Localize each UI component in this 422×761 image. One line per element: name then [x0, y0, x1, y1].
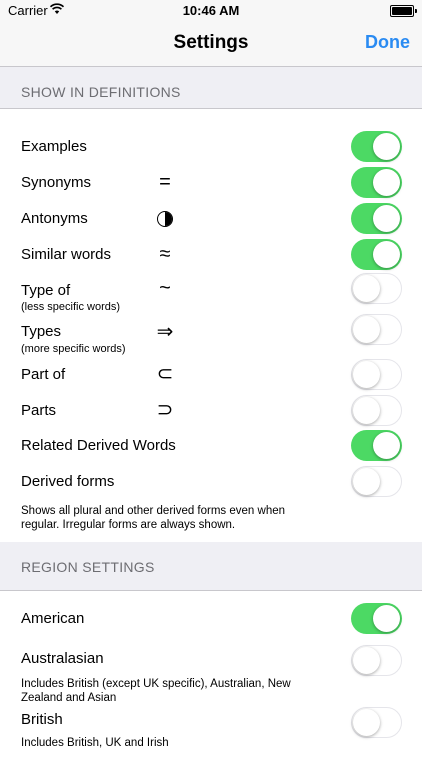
status-bar: Carrier 10:46 AM: [0, 0, 422, 22]
derived-forms-note: Shows all plural and other derived forms…: [21, 505, 286, 531]
row-label: Similar words: [21, 246, 112, 263]
row-parts: Parts ⊃: [0, 393, 422, 426]
related-derived-words-toggle[interactable]: [351, 430, 402, 461]
row-sublabel: (more specific words): [21, 343, 126, 355]
antonyms-toggle[interactable]: [351, 203, 402, 234]
row-derived-forms: Derived forms Shows all plural and other…: [0, 464, 422, 540]
row-label: Derived forms: [21, 473, 115, 490]
row-similar-words: Similar words ≈: [0, 237, 422, 270]
row-australasian: Australasian Includes British (except UK…: [0, 645, 422, 705]
clock: 10:46 AM: [182, 3, 240, 18]
section-header-label: SHOW IN DEFINITIONS: [21, 84, 181, 100]
row-label: Related Derived Words: [21, 437, 176, 454]
approx-equal-icon: ≈: [159, 243, 171, 265]
row-synonyms: Synonyms =: [0, 165, 422, 198]
tilde-icon: ~: [159, 277, 171, 299]
examples-toggle[interactable]: [351, 131, 402, 162]
row-british: British Includes British, UK and Irish: [0, 707, 422, 749]
battery-icon: [390, 5, 417, 17]
row-label: Antonyms: [21, 210, 88, 227]
superset-icon: ⊃: [156, 399, 174, 421]
half-circle-icon: [157, 210, 173, 227]
derived-forms-toggle[interactable]: [351, 466, 402, 497]
similar-words-toggle[interactable]: [351, 239, 402, 270]
page-title: Settings: [173, 32, 249, 53]
row-label: Part of: [21, 366, 66, 383]
section-header-region: REGION SETTINGS: [0, 542, 422, 583]
row-type-of: Type of (less specific words) ~: [0, 273, 422, 313]
row-sublabel: (less specific words): [21, 301, 121, 313]
british-toggle[interactable]: [351, 707, 402, 738]
row-part-of: Part of ⊂: [0, 357, 422, 390]
row-american: American: [0, 603, 422, 637]
row-label: Examples: [21, 138, 87, 155]
equals-icon: =: [159, 171, 171, 193]
types-toggle[interactable]: [351, 314, 402, 345]
row-antonyms: Antonyms: [0, 201, 422, 234]
double-arrow-icon: ⇒: [156, 321, 174, 343]
row-label: Types: [21, 323, 62, 340]
row-label: Synonyms: [21, 174, 92, 191]
row-types: Types (more specific words) ⇒: [0, 314, 422, 356]
australasian-toggle[interactable]: [351, 645, 402, 676]
part-of-toggle[interactable]: [351, 359, 402, 390]
subset-icon: ⊂: [156, 363, 174, 385]
definitions-group: Examples Synonyms = Antonyms Similar wor…: [0, 108, 422, 543]
row-examples: Examples: [0, 129, 422, 162]
done-button[interactable]: Done: [365, 32, 410, 53]
row-label: Parts: [21, 402, 57, 419]
section-header-label: REGION SETTINGS: [21, 559, 155, 575]
section-header-definitions: SHOW IN DEFINITIONS: [0, 67, 422, 108]
american-toggle[interactable]: [351, 603, 402, 634]
row-label: American: [21, 610, 85, 627]
row-label: Type of: [21, 282, 71, 299]
row-label: Australasian: [21, 650, 104, 667]
row-label: British: [21, 711, 63, 728]
region-group: American Australasian Includes British (…: [0, 590, 422, 761]
type-of-toggle[interactable]: [351, 273, 402, 304]
row-description: Includes British, UK and Irish: [21, 737, 169, 749]
row-description: Includes British (except UK specific), A…: [21, 678, 291, 704]
row-related-derived-words: Related Derived Words: [0, 428, 422, 461]
parts-toggle[interactable]: [351, 395, 402, 426]
synonyms-toggle[interactable]: [351, 167, 402, 198]
navigation-bar: Settings Done: [0, 22, 422, 67]
